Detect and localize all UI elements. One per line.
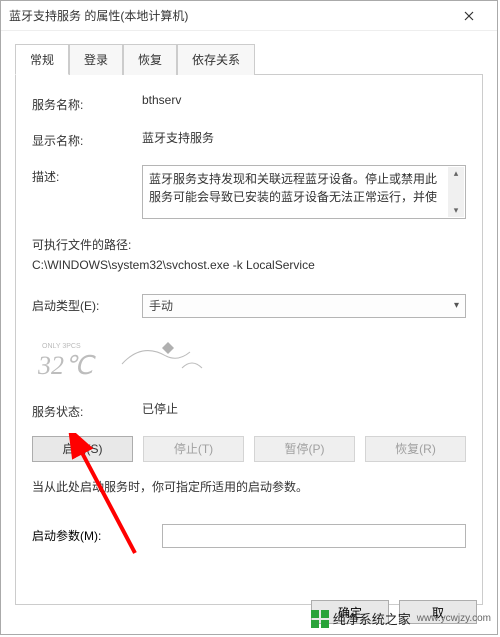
tab-body-general: 服务名称: bthserv 显示名称: 蓝牙支持服务 描述: 蓝牙服务支持发现和… (15, 75, 483, 605)
decorative-watermark: ONLY 3PCS 32℃ (32, 334, 466, 386)
display-name-value: 蓝牙支持服务 (142, 129, 466, 146)
scroll-up-icon[interactable]: ▴ (454, 167, 459, 181)
pause-button: 暂停(P) (254, 436, 355, 462)
properties-window: 蓝牙支持服务 的属性(本地计算机) 常规 登录 恢复 依存关系 服务名称: bt… (0, 0, 498, 635)
content-area: 常规 登录 恢复 依存关系 服务名称: bthserv 显示名称: 蓝牙支持服务… (1, 31, 497, 605)
row-start-params: 启动参数(M): (32, 524, 466, 548)
control-buttons: 启动(S) 停止(T) 暂停(P) 恢复(R) (32, 436, 466, 462)
tab-recovery[interactable]: 恢复 (123, 44, 177, 75)
tab-general[interactable]: 常规 (15, 44, 69, 75)
start-params-label: 启动参数(M): (32, 527, 162, 544)
row-startup-type: 启动类型(E): 手动 ▾ (32, 294, 466, 318)
path-label: 可执行文件的路径: (32, 235, 466, 255)
row-display-name: 显示名称: 蓝牙支持服务 (32, 129, 466, 149)
startup-type-label: 启动类型(E): (32, 294, 142, 314)
service-name-label: 服务名称: (32, 93, 142, 113)
status-label: 服务状态: (32, 400, 142, 420)
status-value: 已停止 (142, 400, 466, 417)
row-status: 服务状态: 已停止 (32, 400, 466, 420)
description-label: 描述: (32, 165, 142, 185)
start-params-note: 当从此处启动服务时，你可指定所适用的启动参数。 (32, 478, 466, 496)
close-button[interactable] (449, 3, 489, 29)
close-icon (464, 11, 474, 21)
service-name-value: bthserv (142, 93, 466, 107)
display-name-label: 显示名称: (32, 129, 142, 149)
start-button[interactable]: 启动(S) (32, 436, 133, 462)
scroll-down-icon[interactable]: ▾ (454, 204, 459, 218)
titlebar[interactable]: 蓝牙支持服务 的属性(本地计算机) (1, 1, 497, 31)
svg-text:ONLY 3PCS: ONLY 3PCS (42, 343, 81, 350)
tab-logon[interactable]: 登录 (69, 44, 123, 75)
stop-button: 停止(T) (143, 436, 244, 462)
svg-text:32℃: 32℃ (37, 351, 96, 380)
chevron-down-icon: ▾ (454, 300, 459, 311)
site-url: www.ycwjzy.com (417, 613, 491, 624)
resume-button: 恢复(R) (365, 436, 466, 462)
description-text: 蓝牙服务支持发现和关联远程蓝牙设备。停止或禁用此服务可能会导致已安装的蓝牙设备无… (149, 172, 437, 204)
startup-type-select[interactable]: 手动 ▾ (142, 294, 466, 318)
site-logo-icon (311, 610, 329, 628)
path-value: C:\WINDOWS\system32\svchost.exe -k Local… (32, 255, 466, 275)
start-params-input[interactable] (162, 524, 466, 548)
startup-type-value: 手动 (149, 297, 173, 314)
site-watermark: 纯净系统之家 www.ycwjzy.com (311, 609, 491, 628)
description-scrollbar[interactable]: ▴ ▾ (448, 167, 464, 217)
executable-path-block: 可执行文件的路径: C:\WINDOWS\system32\svchost.ex… (32, 235, 466, 276)
row-service-name: 服务名称: bthserv (32, 93, 466, 113)
description-textbox[interactable]: 蓝牙服务支持发现和关联远程蓝牙设备。停止或禁用此服务可能会导致已安装的蓝牙设备无… (142, 165, 466, 219)
row-description: 描述: 蓝牙服务支持发现和关联远程蓝牙设备。停止或禁用此服务可能会导致已安装的蓝… (32, 165, 466, 219)
site-name: 纯净系统之家 (333, 609, 411, 628)
tabs: 常规 登录 恢复 依存关系 (15, 43, 483, 75)
window-title: 蓝牙支持服务 的属性(本地计算机) (9, 7, 449, 24)
tab-dependencies[interactable]: 依存关系 (177, 44, 255, 75)
